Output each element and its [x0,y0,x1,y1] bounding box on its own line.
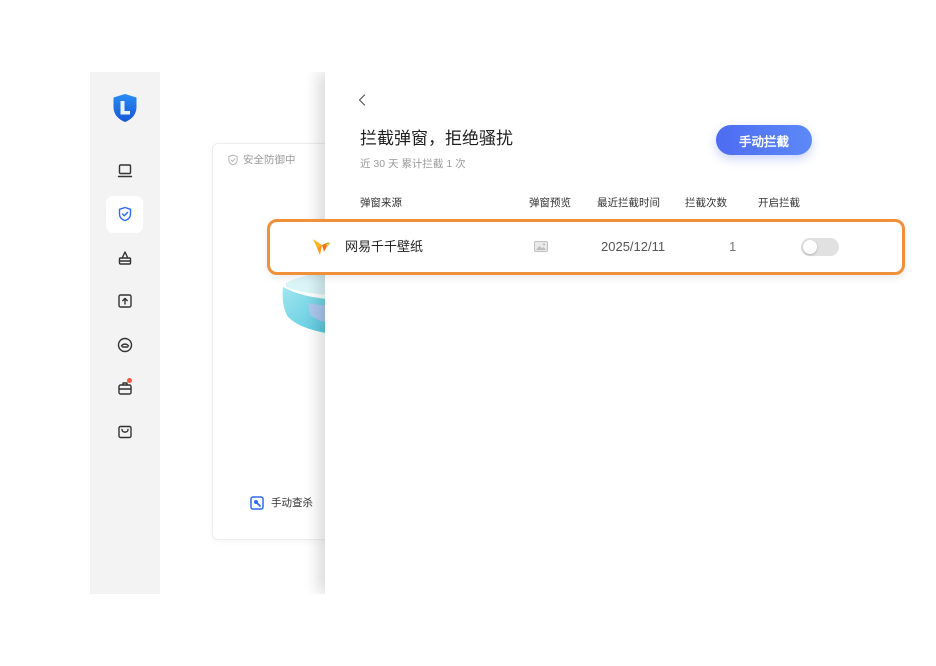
defense-status-text: 安全防御中 [243,154,296,166]
block-summary: 近 30 天 累计拦截 1 次 [360,158,466,170]
sidebar [90,72,160,594]
shield-logo-icon [113,94,137,122]
monitor-icon [117,164,132,178]
notification-badge [127,377,132,383]
manual-scan-button[interactable]: 手动查杀 [250,495,313,511]
software-box-icon [117,294,132,308]
manual-block-button[interactable]: 手动拦截 [716,125,812,155]
column-header-enabled: 开启拦截 [758,197,800,209]
sidebar-item-clean[interactable] [106,240,143,277]
scan-tool-icon [250,496,264,510]
chevron-left-icon [358,94,366,106]
table-row[interactable]: 网易千千壁纸 2025/12/11 1 [267,219,905,275]
shield-check-icon [228,154,238,166]
store-bag-icon [117,425,132,439]
sidebar-item-privacy[interactable] [106,327,143,364]
image-icon[interactable] [534,241,548,252]
column-header-source: 弹窗来源 [360,197,402,209]
bird-app-icon [313,239,331,255]
manual-scan-label: 手动查杀 [271,497,313,509]
column-header-preview: 弹窗预览 [529,197,571,209]
column-header-count: 拦截次数 [685,197,727,209]
sidebar-item-computer[interactable] [106,153,143,190]
sidebar-item-store[interactable] [106,414,143,451]
screen: 安全防御中 手动查杀 拦截弹窗，拒绝骚扰 近 30 天 累计拦截 1 次 手动拦… [0,0,936,666]
clean-icon [118,251,131,265]
page-title: 拦截弹窗，拒绝骚扰 [360,129,513,148]
sidebar-item-toolbox[interactable] [106,370,143,407]
block-count: 1 [729,239,737,254]
privacy-icon [117,337,132,353]
popup-block-panel: 拦截弹窗，拒绝骚扰 近 30 天 累计拦截 1 次 手动拦截 弹窗来源 弹窗预览… [325,72,936,594]
sidebar-item-software[interactable] [106,283,143,320]
popup-source-name: 网易千千壁纸 [345,239,424,254]
shield-check-icon [118,206,131,222]
app-logo[interactable] [112,93,138,123]
toggle-knob [803,240,817,254]
last-block-time: 2025/12/11 [601,239,666,254]
sidebar-item-protection[interactable] [106,195,143,233]
back-button[interactable] [356,92,368,108]
app-window: 安全防御中 手动查杀 拦截弹窗，拒绝骚扰 近 30 天 累计拦截 1 次 手动拦… [90,72,936,594]
column-header-last-time: 最近拦截时间 [597,197,660,209]
block-toggle[interactable] [801,238,839,256]
